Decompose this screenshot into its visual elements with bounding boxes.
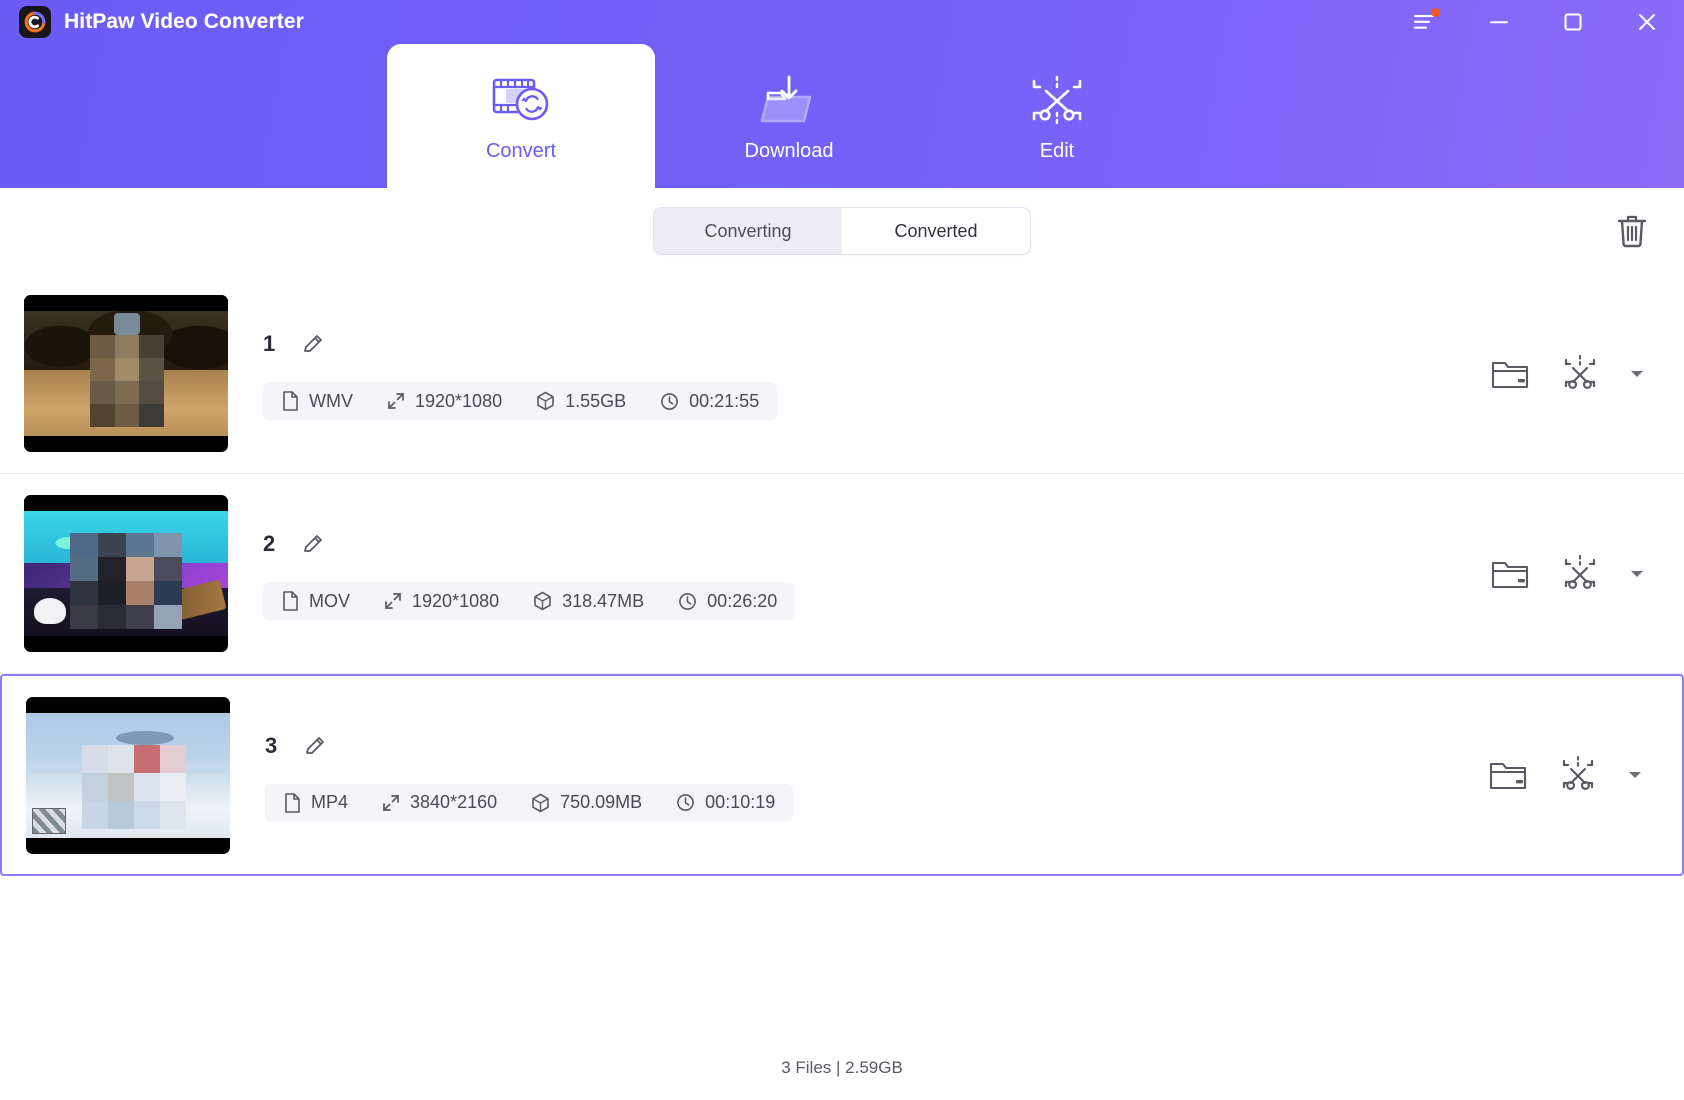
maximize-icon[interactable] xyxy=(1536,0,1610,44)
file-title-line: 1 xyxy=(263,327,1484,361)
window-controls xyxy=(1388,0,1684,44)
video-thumbnail[interactable] xyxy=(24,495,228,652)
meta-duration-value: 00:21:55 xyxy=(689,390,760,411)
segment-converted[interactable]: Converted xyxy=(842,208,1030,254)
meta-format-value: MP4 xyxy=(311,792,349,812)
resize-icon xyxy=(382,794,400,812)
meta-duration: 00:10:19 xyxy=(676,792,775,813)
meta-size: 750.09MB xyxy=(531,792,642,813)
meta-resolution: 1920*1080 xyxy=(387,391,502,412)
file-index: 1 xyxy=(263,331,276,356)
scissors-crop-icon[interactable] xyxy=(1554,348,1606,400)
pencil-icon[interactable] xyxy=(303,734,327,758)
tab-label: Download xyxy=(744,139,834,162)
clock-icon xyxy=(660,392,679,411)
table-row[interactable]: 1 WMV 1920*1080 1.55GB 00:21:55 xyxy=(0,274,1684,474)
app-header: HitPaw Video Converter Convert Download … xyxy=(0,0,1684,188)
file-icon xyxy=(283,792,301,813)
cube-icon xyxy=(536,391,555,411)
table-row[interactable]: 2 MOV 1920*1080 318.47MB 00:26:20 xyxy=(0,474,1684,674)
file-info: 1 WMV 1920*1080 1.55GB 00:21:55 xyxy=(228,327,1484,420)
status-bar: 3 Files | 2.59GB xyxy=(0,1036,1684,1100)
folder-open-icon[interactable] xyxy=(1484,348,1536,400)
meta-size-value: 318.47MB xyxy=(562,590,645,611)
tab-convert[interactable]: Convert xyxy=(387,44,655,188)
meta-duration-value: 00:26:20 xyxy=(707,590,778,611)
folder-download-icon xyxy=(758,70,820,132)
file-meta: MP4 3840*2160 750.09MB 00:10:19 xyxy=(265,783,794,822)
chevron-down-icon[interactable] xyxy=(1624,568,1650,580)
cube-icon xyxy=(531,793,550,813)
file-icon xyxy=(281,591,299,611)
video-thumbnail[interactable] xyxy=(24,295,228,452)
file-icon xyxy=(281,391,299,411)
meta-size-value: 1.55GB xyxy=(565,390,627,411)
meta-format: WMV xyxy=(281,391,353,412)
close-icon[interactable] xyxy=(1610,0,1684,44)
scissors-crop-icon[interactable] xyxy=(1552,749,1604,801)
pencil-icon[interactable] xyxy=(301,332,325,356)
meta-format-value: WMV xyxy=(309,390,353,411)
file-index: 2 xyxy=(263,531,276,556)
status-filter-segment: Converting Converted xyxy=(653,207,1031,255)
meta-resolution-value: 1920*1080 xyxy=(415,390,503,411)
segment-converting[interactable]: Converting xyxy=(654,208,842,254)
meta-size: 1.55GB xyxy=(536,391,626,412)
file-index: 3 xyxy=(265,732,278,758)
title-bar: HitPaw Video Converter xyxy=(0,0,1684,44)
scissors-crop-icon xyxy=(1026,70,1088,132)
meta-size-value: 750.09MB xyxy=(560,792,643,812)
meta-duration-value: 00:10:19 xyxy=(705,792,776,812)
clock-icon xyxy=(676,793,695,812)
meta-resolution-value: 3840*2160 xyxy=(410,792,498,812)
meta-format: MP4 xyxy=(283,792,348,813)
video-thumbnail[interactable] xyxy=(26,696,230,854)
resize-icon xyxy=(387,392,405,410)
row-actions xyxy=(1484,348,1660,400)
meta-format-value: MOV xyxy=(309,590,351,611)
file-info: 3 MP4 3840*2160 750.09MB 00:10:19 xyxy=(230,729,1482,822)
notification-dot xyxy=(1431,8,1440,17)
clock-icon xyxy=(678,592,697,611)
file-title-line: 2 xyxy=(263,527,1484,561)
cube-icon xyxy=(533,591,552,611)
trash-icon[interactable] xyxy=(1602,205,1662,257)
tab-label: Edit xyxy=(1039,139,1075,162)
meta-format: MOV xyxy=(281,591,350,612)
sub-toolbar: Converting Converted xyxy=(0,188,1684,274)
meta-duration: 00:21:55 xyxy=(660,391,759,412)
chevron-down-icon[interactable] xyxy=(1624,368,1650,380)
brand: HitPaw Video Converter xyxy=(0,6,304,38)
meta-duration: 00:26:20 xyxy=(678,591,777,612)
file-title-line: 3 xyxy=(265,729,1482,763)
app-title: HitPaw Video Converter xyxy=(64,10,304,33)
main-tabs: Convert Download Edit xyxy=(0,44,1684,188)
chevron-down-icon[interactable] xyxy=(1622,769,1648,781)
row-actions xyxy=(1484,548,1660,600)
tab-label: Convert xyxy=(485,139,557,162)
converted-file-list: 1 WMV 1920*1080 1.55GB 00:21:55 2 MOV 19… xyxy=(0,274,1684,1036)
scissors-crop-icon[interactable] xyxy=(1554,548,1606,600)
meta-size: 318.47MB xyxy=(533,591,644,612)
table-row[interactable]: 3 MP4 3840*2160 750.09MB 00:10:19 xyxy=(0,674,1684,876)
hitpaw-logo-icon xyxy=(19,6,51,38)
meta-resolution: 1920*1080 xyxy=(384,591,499,612)
folder-open-icon[interactable] xyxy=(1482,749,1534,801)
meta-resolution-value: 1920*1080 xyxy=(412,590,500,611)
file-meta: WMV 1920*1080 1.55GB 00:21:55 xyxy=(263,382,778,420)
app-window: HitPaw Video Converter Convert Download … xyxy=(0,0,1684,1100)
hamburger-menu-icon[interactable] xyxy=(1388,0,1462,44)
film-convert-icon xyxy=(490,70,552,132)
file-info: 2 MOV 1920*1080 318.47MB 00:26:20 xyxy=(228,527,1484,620)
pencil-icon[interactable] xyxy=(301,532,325,556)
file-meta: MOV 1920*1080 318.47MB 00:26:20 xyxy=(263,582,796,620)
tab-download[interactable]: Download xyxy=(655,44,923,188)
folder-open-icon[interactable] xyxy=(1484,548,1536,600)
minimize-icon[interactable] xyxy=(1462,0,1536,44)
status-text: 3 Files | 2.59GB xyxy=(781,1058,903,1077)
resize-icon xyxy=(384,592,402,610)
row-actions xyxy=(1482,749,1658,801)
tab-edit[interactable]: Edit xyxy=(923,44,1191,188)
meta-resolution: 3840*2160 xyxy=(382,792,497,813)
